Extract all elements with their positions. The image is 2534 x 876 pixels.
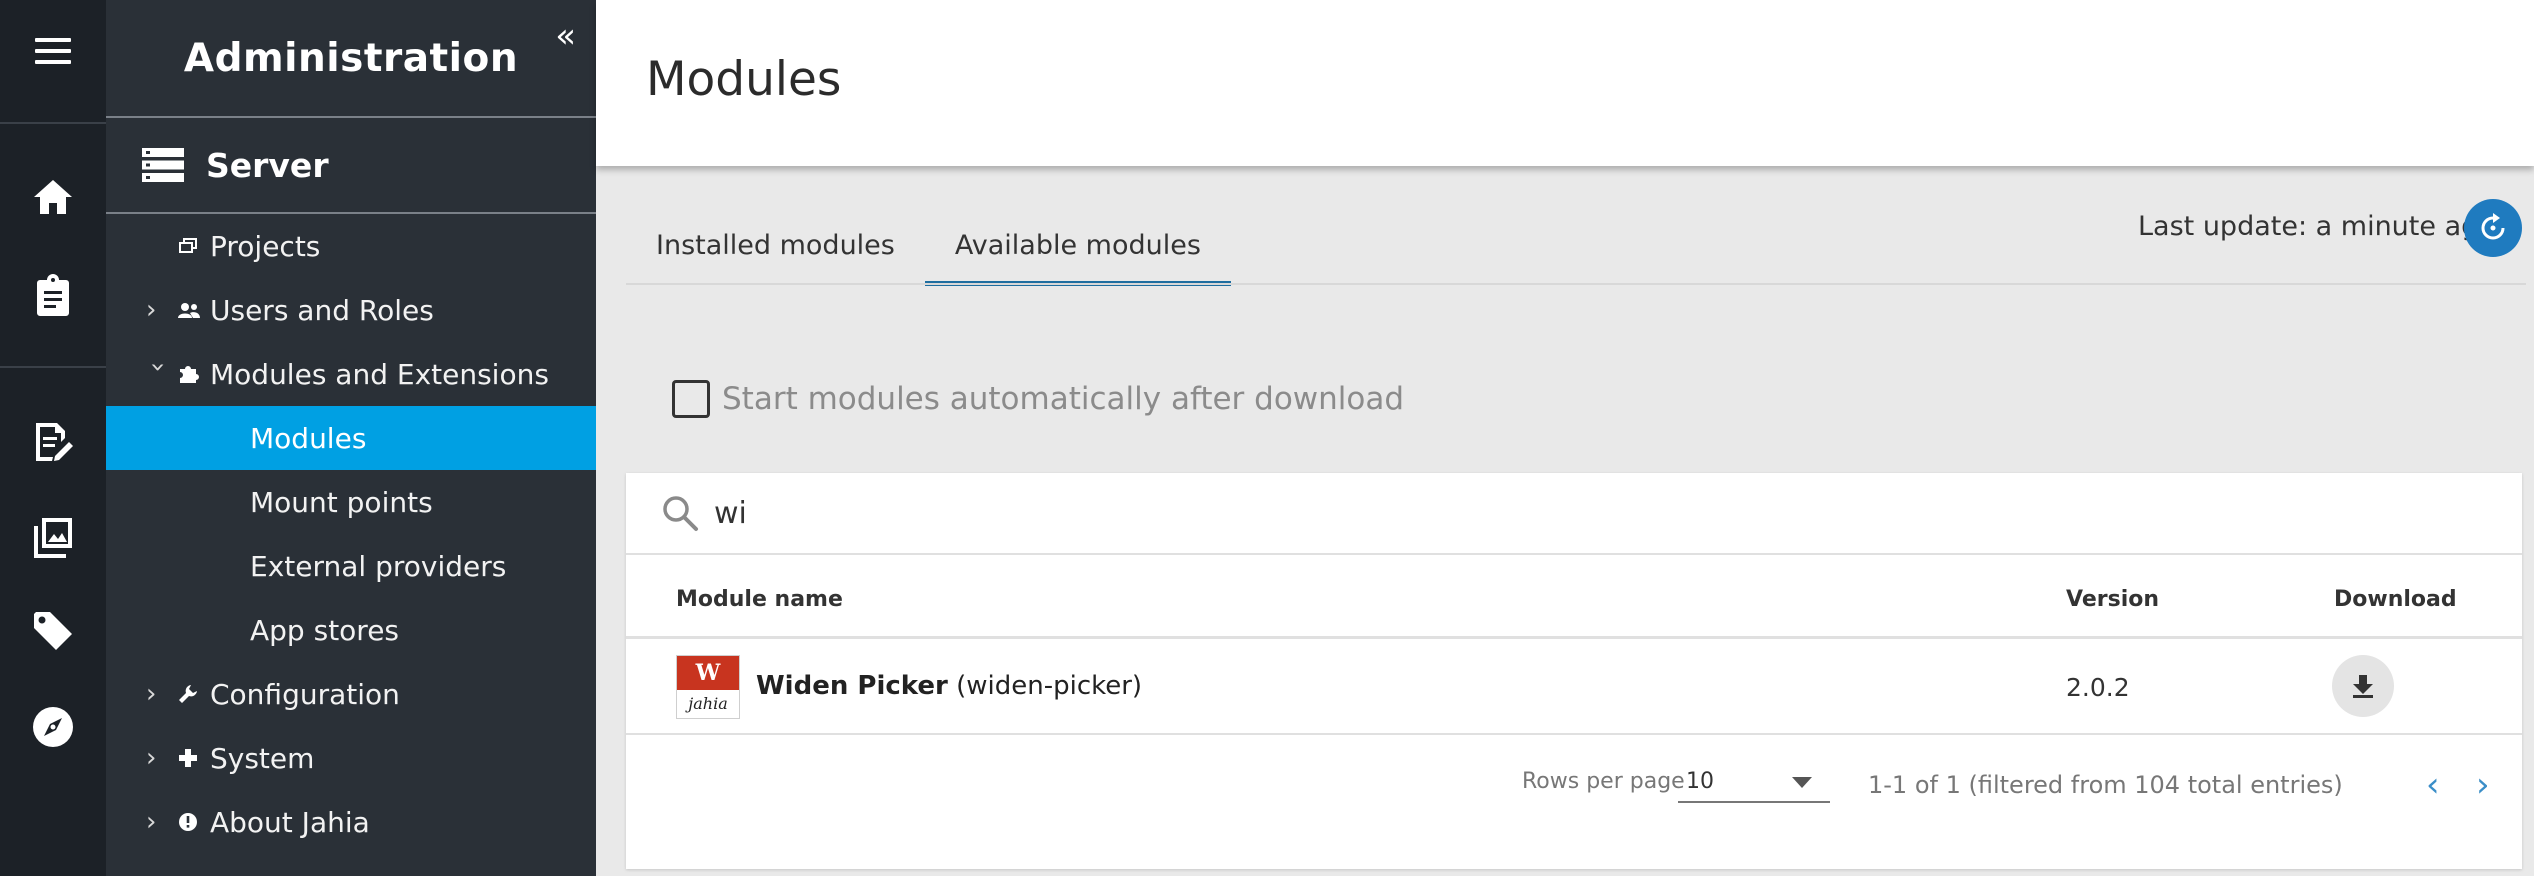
modules-table-card: Module name Version Download W jahia Wid… <box>626 473 2522 869</box>
sidebar-item-label: Projects <box>210 229 321 263</box>
collapse-sidebar-icon[interactable]: « <box>555 16 576 56</box>
sidebar-item-label: About Jahia <box>210 805 370 839</box>
search-icon <box>660 493 700 538</box>
edit-document-icon[interactable] <box>0 406 106 476</box>
table-header: Module name Version Download <box>626 557 2522 639</box>
server-icon <box>142 143 186 187</box>
tab-available-modules[interactable]: Available modules <box>924 206 1231 286</box>
users-icon <box>178 302 206 318</box>
home-icon[interactable] <box>0 162 106 232</box>
sidebar-item-label: App stores <box>250 613 400 647</box>
download-button[interactable] <box>2332 655 2394 717</box>
sidebar-item-projects[interactable]: Projects <box>106 214 596 278</box>
module-version: 2.0.2 <box>2066 673 2130 702</box>
sidebar-item-users-and-roles[interactable]: › Users and Roles <box>106 278 596 342</box>
table-row: W jahia Widen Picker (widen-picker) 2.0.… <box>626 641 2522 735</box>
chevron-right-icon[interactable]: › <box>146 679 170 709</box>
sidebar-item-label: System <box>210 741 315 775</box>
module-name: Widen Picker (widen-picker) <box>756 671 1142 701</box>
app-rail <box>0 0 106 876</box>
caret-down-icon <box>1792 777 1812 788</box>
chevron-right-icon[interactable]: › <box>146 807 170 837</box>
table-pagination: Rows per page 10 1-1 of 1 (filtered from… <box>626 737 2522 869</box>
sidebar-item-configuration[interactable]: › Configuration <box>106 662 596 726</box>
sidebar-section-server[interactable]: Server <box>106 118 596 212</box>
images-icon[interactable] <box>0 502 106 572</box>
refresh-icon <box>2481 213 2505 240</box>
rows-per-page-value: 10 <box>1686 769 1714 794</box>
previous-page-button[interactable]: ‹ <box>2426 765 2440 805</box>
last-update-text: Last update: a minute ago <box>2138 211 2495 242</box>
clipboard-icon[interactable] <box>0 260 106 330</box>
info-icon <box>178 812 206 832</box>
pagination-range: 1-1 of 1 (filtered from 104 total entrie… <box>1868 771 2343 799</box>
column-header-download: Download <box>2334 587 2457 612</box>
rows-per-page-label: Rows per page <box>1522 769 1685 794</box>
module-title: Widen Picker <box>756 671 948 701</box>
module-tabs: Installed modules Available modules <box>626 206 1231 286</box>
sidebar-item-modules-and-extensions[interactable]: › Modules and Extensions <box>106 342 596 406</box>
page-header: Modules <box>596 0 2534 166</box>
sidebar-item-label: Mount points <box>250 485 433 519</box>
sidebar-nav: Projects › Users and Roles › Modules and… <box>106 214 596 854</box>
tag-icon[interactable] <box>0 596 106 666</box>
download-icon <box>2353 675 2373 698</box>
next-page-button[interactable]: › <box>2476 765 2490 805</box>
logo-mark: W <box>677 656 739 690</box>
search-bar <box>626 473 2522 555</box>
auto-start-option[interactable]: Start modules automatically after downlo… <box>672 380 1404 418</box>
chevron-down-icon[interactable]: › <box>143 362 173 386</box>
sidebar-item-label: External providers <box>250 549 507 583</box>
sidebar-item-external-providers[interactable]: External providers <box>106 534 596 598</box>
chevron-right-icon[interactable]: › <box>146 743 170 773</box>
rows-per-page-select[interactable]: 10 <box>1678 759 1830 803</box>
module-id: (widen-picker) <box>956 671 1143 701</box>
puzzle-icon <box>178 363 206 385</box>
sidebar-item-modules[interactable]: Modules <box>106 406 596 470</box>
logo-wordmark: jahia <box>688 694 728 713</box>
sidebar-item-label: Modules and Extensions <box>210 357 549 391</box>
search-input[interactable] <box>714 487 2414 539</box>
admin-sidebar: Administration « Server Projects › Users… <box>106 0 596 876</box>
page-title: Modules <box>646 52 842 107</box>
auto-start-label: Start modules automatically after downlo… <box>722 381 1405 417</box>
chevron-right-icon[interactable]: › <box>146 295 170 325</box>
module-logo: W jahia <box>676 655 740 719</box>
sidebar-item-mount-points[interactable]: Mount points <box>106 470 596 534</box>
tab-installed-modules[interactable]: Installed modules <box>626 206 925 284</box>
sidebar-item-system[interactable]: › System <box>106 726 596 790</box>
sidebar-item-label: Configuration <box>210 677 400 711</box>
sidebar-item-about-jahia[interactable]: › About Jahia <box>106 790 596 854</box>
sidebar-item-label: Users and Roles <box>210 293 434 327</box>
sidebar-section-label: Server <box>206 145 329 185</box>
compass-icon[interactable] <box>0 692 106 762</box>
wrench-icon <box>178 684 206 704</box>
sidebar-item-label: Modules <box>250 421 367 455</box>
auto-start-checkbox[interactable] <box>672 380 710 418</box>
sidebar-title: Administration <box>183 35 519 81</box>
menu-icon[interactable] <box>0 16 106 86</box>
refresh-button[interactable] <box>2464 199 2522 257</box>
tabs-divider <box>626 283 2526 285</box>
plus-icon <box>178 748 206 768</box>
column-header-module-name[interactable]: Module name <box>676 587 843 612</box>
sidebar-item-app-stores[interactable]: App stores <box>106 598 596 662</box>
projects-icon <box>178 237 206 255</box>
column-header-version[interactable]: Version <box>2066 587 2159 612</box>
